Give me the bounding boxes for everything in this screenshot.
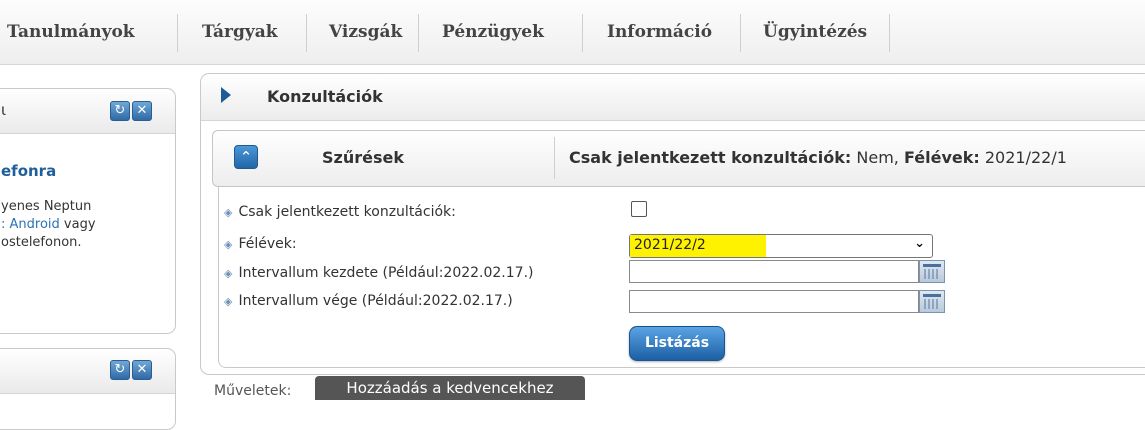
semester-selected-value: 2021/22/2 [634,237,706,253]
add-to-favorites-button[interactable]: Hozzáadás a kedvencekhez [315,376,585,400]
collapse-filter-button[interactable]: ⌃ [234,145,258,169]
refresh-icon[interactable]: ↻ [110,360,130,380]
nav-divider [306,14,307,52]
android-link[interactable]: : Android [1,217,60,232]
filter-label: Szűrések [322,148,404,167]
nav-divider [889,14,890,52]
nav-item-vizsgak[interactable]: Vizsgák [329,0,402,64]
chevron-down-icon: ⌄ [914,236,925,251]
operations-label: Műveletek: [214,383,292,399]
nav-item-penzugyek[interactable]: Pénzügyek [442,0,544,64]
sidebar-heading: efonra [1,162,57,180]
nav-item-informacio[interactable]: Információ [607,0,712,64]
diamond-icon: ◈ [224,295,233,308]
divider [554,137,555,179]
form-label-start-date: ◈ Intervallum kezdete (Például:2022.02.17… [224,265,533,281]
nav-divider [740,14,741,52]
summary-value: Nem, [851,148,904,167]
sidebar-text-line: ostelefonon. [1,235,82,250]
end-date-input[interactable] [629,290,919,313]
form-label-semesters: ◈ Félévek: [224,236,297,252]
nav-divider [177,14,178,52]
nav-divider [582,14,583,52]
page-title: Konzultációk [267,87,383,106]
only-registered-checkbox[interactable] [631,201,647,217]
nav-item-targyak[interactable]: Tárgyak [202,0,278,64]
label-text: Intervallum kezdete (Például:2022.02.17.… [238,265,534,281]
sidebar-panel: ↻ ✕ [0,348,176,430]
label-text: Intervallum vége (Például:2022.02.17.) [238,293,513,309]
calendar-icon[interactable] [919,260,945,283]
nav-item-tanulmanyok[interactable]: Tanulmányok [7,0,135,64]
start-date-input[interactable] [629,260,919,283]
filter-summary: Csak jelentkezett konzultációk: Nem, Fél… [569,148,1067,167]
form-label-only-registered: ◈ Csak jelentkezett konzultációk: [224,204,456,220]
sidebar-panel-header: ↻ ✕ [0,349,175,394]
filter-bar: ⌃ Szűrések Csak jelentkezett konzultáció… [212,130,1145,187]
semester-select[interactable]: 2021/22/2 ⌄ [629,234,933,258]
sidebar-text-rest: vagy [59,217,96,232]
label-text: Félévek: [238,236,297,252]
sidebar-panel-title: ι [1,101,7,119]
top-navigation: Tanulmányok Tárgyak Vizsgák Pénzügyek In… [0,0,1145,65]
summary-value: 2021/22/1 [979,148,1067,167]
diamond-icon: ◈ [224,206,233,219]
main-panel-header: Konzultációk [201,74,1145,121]
close-icon[interactable]: ✕ [132,101,152,121]
sidebar-text-line: yenes Neptun [1,199,92,214]
close-icon[interactable]: ✕ [132,360,152,380]
label-text: Csak jelentkezett konzultációk: [238,204,456,220]
nav-divider [418,14,419,52]
diamond-icon: ◈ [224,267,233,280]
diamond-icon: ◈ [224,238,233,251]
summary-key: Csak jelentkezett konzultációk: [569,148,852,167]
nav-item-ugyintezes[interactable]: Ügyintézés [763,0,867,64]
chevron-right-icon[interactable] [221,87,231,103]
form-label-end-date: ◈ Intervallum vége (Például:2022.02.17.) [224,293,513,309]
sidebar-text-line: : Android vagy [1,216,96,234]
sidebar-panel-header: ι ↻ ✕ [0,89,175,134]
calendar-icon[interactable] [919,290,945,313]
list-button[interactable]: Listázás [629,326,725,361]
refresh-icon[interactable]: ↻ [110,101,130,121]
summary-key: Félévek: [903,148,980,167]
sidebar-panel: ι ↻ ✕ efonra yenes Neptun : Android vagy… [0,88,176,334]
